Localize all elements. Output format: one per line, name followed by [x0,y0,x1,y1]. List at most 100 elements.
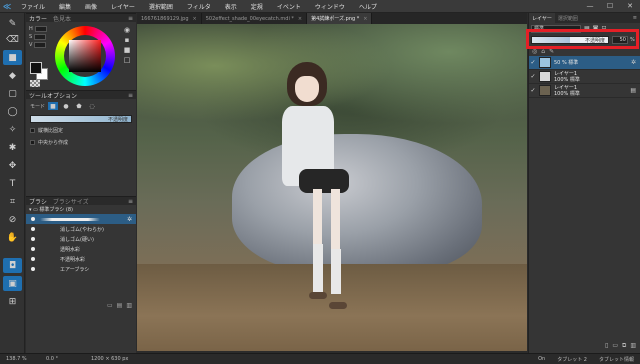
figure-sock [313,244,323,294]
tablet-mode[interactable]: タブレット 2 [551,356,593,363]
mode-ring-icon[interactable]: ◌ [87,102,97,110]
layer-panel-menu-icon[interactable]: ≡ [633,15,637,21]
brush-dot-icon [31,257,35,261]
brush-item[interactable]: 消しゴム(硬い) [26,234,136,244]
menu-filter[interactable]: フィルタ [180,2,218,11]
brush-select-tool-icon[interactable]: ✱ [3,140,22,155]
text-tool-icon[interactable]: T [3,176,22,191]
brush-item[interactable]: 消しゴム(やわらか) [26,224,136,234]
tablet-info[interactable]: タブレット情報 [593,356,640,363]
menu-ruler[interactable]: 定規 [244,2,270,11]
crop-tool-icon[interactable]: ⌗ [3,194,22,209]
menu-window[interactable]: ウィンドウ [308,2,352,11]
document-tab[interactable]: 第4試練ポーズ.png * × [307,13,373,24]
zoom-level[interactable]: 138.7 % [0,356,40,362]
new-folder-icon[interactable]: ▭ [612,342,618,350]
saturation-value-square[interactable] [69,40,101,72]
brush-group-standard[interactable]: ▾ ▭ 標準ブラシ (8) [26,205,136,214]
menu-file[interactable]: ファイル [14,2,52,11]
tool-opacity-slider[interactable]: 不透明度 [30,115,132,123]
fg-mode-icon[interactable]: ■ [120,46,134,56]
rectangle-tool-icon[interactable]: ■ [3,50,22,65]
from-center-option[interactable]: 中央から作成 [26,137,136,147]
menu-selection[interactable]: 選択範囲 [142,2,180,11]
aspect-lock-checkbox[interactable] [30,127,35,133]
tab-layers[interactable]: レイヤー [529,13,555,23]
fill-tool-icon[interactable]: ◆ [3,68,22,83]
eye-icon[interactable]: ✓ [529,87,537,94]
maximize-button[interactable]: ☐ [600,2,620,10]
from-center-checkbox[interactable] [30,139,35,145]
menu-image[interactable]: 画像 [78,2,104,11]
wand-tool-icon[interactable]: ✧ [3,122,22,137]
new-brush-folder-icon[interactable]: ▭ [107,302,113,309]
close-tab-icon[interactable]: × [298,16,302,22]
minimize-button[interactable]: — [580,2,600,10]
lock-tool-icon[interactable]: ⊞ [3,294,22,309]
move-tool-icon[interactable]: ✥ [3,158,22,173]
select-rect-tool-icon[interactable]: ▢ [3,86,22,101]
tab-selection[interactable]: 選択範囲 [555,15,581,22]
document-tab[interactable]: 502effect_shade_00eyecatch.mdi * × [202,13,308,24]
hsv-values: H S V [29,25,49,49]
square-mode-icon[interactable]: ▪ [120,36,134,46]
layer-opacity-slider[interactable]: 不透明度 [531,36,609,44]
brush-item[interactable]: ✲ [26,214,136,224]
brush-item[interactable]: 透明水彩 [26,244,136,254]
aspect-lock-option[interactable]: 縦横比固定 [26,125,136,135]
merge-layer-icon[interactable]: ⧉ [622,342,626,350]
transparent-color-swatch[interactable] [30,80,40,87]
new-layer-icon[interactable]: ▯ [605,342,608,350]
color-wheel[interactable] [55,26,115,86]
gear-icon[interactable]: ✲ [127,216,132,223]
tool-options-menu-icon[interactable]: ≡ [128,92,133,99]
menu-event[interactable]: イベント [270,2,308,11]
saturation-input[interactable] [34,34,47,40]
close-window-button[interactable]: ✕ [620,2,640,10]
hue-row: H [29,25,49,33]
layer-info: 50 % 標準 [554,60,578,66]
brush-dot-icon [31,247,35,251]
eye-icon[interactable]: ✓ [529,59,537,66]
delete-layer-icon[interactable]: ▥ [630,342,636,350]
tool-options-title: ツールオプション [29,92,78,100]
menu-help[interactable]: ヘルプ [352,2,384,11]
brush-item[interactable]: 不透明水彩 [26,254,136,264]
brush-panel-menu-icon[interactable]: ≡ [128,198,133,205]
rotation-angle[interactable]: 0.0 ° [40,356,85,362]
pen-tool-icon[interactable]: ✎ [3,16,22,31]
layer-row[interactable]: ✓ レイヤー1 100% 標準 ▤ [529,84,640,98]
duplicate-brush-icon[interactable]: ▤ [117,302,123,309]
snap-tool-icon[interactable]: ◘ [3,258,22,273]
layer-row[interactable]: ✓ レイヤー1 100% 標準 [529,70,640,84]
document-tab[interactable]: 166761869129.jpg × [137,13,202,24]
delete-brush-icon[interactable]: ▥ [126,302,132,309]
eye-icon[interactable]: ✓ [529,73,537,80]
layer-panel-tabs: レイヤー 選択範囲 ≡ [529,13,640,23]
mode-rect-icon[interactable]: ■ [48,102,59,110]
menu-view[interactable]: 表示 [218,2,244,11]
value-input[interactable] [34,42,47,48]
hue-input[interactable] [34,26,47,32]
layer-row[interactable]: ✓ 50 % 標準 ✲ [529,56,640,70]
tool-options: モード ■ ● ⬟ ◌ 不透明度 縦横比固定 中央から作成 [26,101,136,196]
mode-polygon-icon[interactable]: ⬟ [74,102,84,110]
layer-panel: レイヤー 選択範囲 ≡ 標準 ▦ ◙ ⊟ 不透明度 50 % ◎ ⌂ ✎ ✓ 5… [526,13,640,353]
eyedropper-tool-icon[interactable]: ⊘ [3,212,22,227]
brush-item[interactable]: エアーブラシ [26,264,136,274]
mode-ellipse-icon[interactable]: ● [61,102,71,110]
menu-edit[interactable]: 編集 [52,2,78,11]
lasso-tool-icon[interactable]: ◯ [3,104,22,119]
menu-layer[interactable]: レイヤー [104,2,142,11]
canvas[interactable] [137,24,527,351]
eraser-tool-icon[interactable]: ⌫ [3,32,22,47]
gear-icon[interactable]: ✲ [631,59,636,66]
wheel-mode-icon[interactable]: ◉ [120,26,134,36]
color-panel-menu-icon[interactable]: ≡ [128,15,133,22]
frame-tool-icon[interactable]: ▣ [3,276,22,291]
close-tab-icon[interactable]: × [363,16,367,22]
close-tab-icon[interactable]: × [193,16,197,22]
bg-mode-icon[interactable]: □ [120,56,134,66]
hand-tool-icon[interactable]: ✋ [3,230,22,245]
foreground-color-swatch[interactable] [30,62,42,74]
